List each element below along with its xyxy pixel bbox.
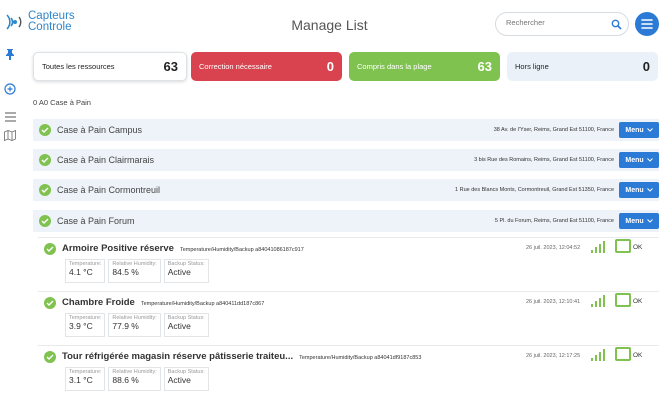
search-icon[interactable] [611,19,622,30]
chevron-down-icon [646,188,653,192]
check-circle-icon [44,243,56,255]
device-name-wrap[interactable]: Tour réfrigérée magasin réserve pâtisser… [62,351,421,362]
check-circle-icon [44,297,56,309]
list-icon[interactable] [3,110,17,124]
tile-count: 0 [326,59,334,74]
readings: Temperature: 4.1 °C Relative Humidity: 84.… [65,259,209,283]
map-icon[interactable] [3,128,17,142]
tile-count: 63 [477,59,492,74]
check-circle-icon [39,124,51,136]
reading-value: Active [167,267,191,277]
tile-in-range[interactable]: Compris dans la plage 63 [349,52,500,81]
menu-label: Menu [625,156,644,164]
battery-icon [615,293,631,307]
device-meta: Temperature/Humidity/Backup a84041df9187… [299,355,422,361]
group-menu-button[interactable]: Menu [619,122,659,138]
tile-offline[interactable]: Hors ligne 0 [507,52,658,81]
device-row[interactable]: Armoire Positive réserve Temperature/Humi… [38,237,659,287]
device-status: OK [633,298,643,305]
tile-label: Hors ligne [515,62,549,71]
reading-temperature: Temperature: 3.1 °C [65,367,106,391]
reading-temperature: Temperature: 4.1 °C [65,259,106,283]
battery-icon [615,239,631,253]
device-timestamp: 26 juil. 2023, 12:04:52 [526,245,581,251]
tile-count: 63 [163,59,178,74]
group-menu-button[interactable]: Menu [619,182,659,198]
signal-icon [591,295,605,307]
group-name: Case à Pain Campus [57,125,143,135]
readings: Temperature: 3.1 °C Relative Humidity: 88.… [65,367,209,391]
menu-label: Menu [625,186,644,194]
group-row[interactable]: Case à Pain Cormontreuil 1 Rue des Blanc… [33,179,659,201]
tile-label: Correction nécessaire [199,62,272,71]
device-row[interactable]: Tour réfrigérée magasin réserve pâtisser… [38,345,659,393]
reading-backup: Backup Status: Active [163,259,209,283]
tile-label: Compris dans la plage [357,62,432,71]
reading-value: Active [167,321,191,331]
device-row[interactable]: Chambre Froide Temperature/Humidity/Backu… [38,291,659,341]
check-circle-icon [39,215,51,227]
device-timestamp: 26 juil. 2023, 12:10:41 [526,299,581,305]
breadcrumb[interactable]: 0 A0 Case à Pain [33,98,91,107]
device-name: Chambre Froide [62,297,135,308]
reading-backup: Backup Status: Active [163,313,209,337]
group-address: 3 bis Rue des Romains, Reims, Grand Est … [474,157,614,163]
reading-value: Active [167,375,191,385]
signal-icon [591,349,605,361]
check-circle-icon [39,154,51,166]
reading-humidity: Relative Humidity: 84.5 % [108,259,161,283]
group-name: Case à Pain Forum [57,216,135,226]
group-row[interactable]: Case à Pain Forum 5 Pl. du Forum, Reims,… [33,210,659,232]
main-menu-button[interactable] [635,12,659,36]
chevron-down-icon [646,219,653,223]
device-name-wrap[interactable]: Chambre Froide Temperature/Humidity/Backu… [62,297,264,308]
reading-value: 3.9 °C [69,321,93,331]
reading-value: 77.9 % [112,321,139,331]
left-sidebar [0,0,20,393]
group-name: Case à Pain Clairmarais [57,155,155,165]
device-timestamp: 26 juil. 2023, 12:17:25 [526,353,581,359]
group-address: 38 Av. de l'Yser, Reims, Grand Est 51100… [493,127,614,133]
readings: Temperature: 3.9 °C Relative Humidity: 77.… [65,313,209,337]
reading-humidity: Relative Humidity: 77.9 % [108,313,161,337]
signal-icon [591,241,605,253]
hamburger-icon [641,19,653,29]
search-box[interactable] [495,12,629,36]
device-name-wrap[interactable]: Armoire Positive réserve Temperature/Humi… [62,243,304,254]
device-name: Tour réfrigérée magasin réserve pâtisser… [62,351,294,362]
group-address: 5 Pl. du Forum, Reims, Grand Est 51100, … [494,218,614,224]
device-name: Armoire Positive réserve [62,243,174,254]
group-name: Case à Pain Cormontreuil [57,185,161,195]
chevron-down-icon [646,158,653,162]
tile-all-resources[interactable]: Toutes les ressources 63 [33,52,187,81]
reading-value: 4.1 °C [69,267,93,277]
device-meta: Temperature/Humidity/Backup a84041086187… [179,247,304,253]
group-row[interactable]: Case à Pain Clairmarais 3 bis Rue des Ro… [33,149,659,171]
reading-value: 88.6 % [112,375,139,385]
chevron-down-icon [646,128,653,132]
group-menu-button[interactable]: Menu [619,213,659,229]
menu-label: Menu [625,217,644,225]
reading-humidity: Relative Humidity: 88.6 % [108,367,161,391]
reading-value: 84.5 % [112,267,139,277]
check-circle-icon [44,351,56,363]
reading-backup: Backup Status: Active [163,367,209,391]
pin-icon[interactable] [3,47,17,61]
battery-icon [615,347,631,361]
group-row[interactable]: Case à Pain Campus 38 Av. de l'Yser, Rei… [33,119,659,141]
group-address: 1 Rue des Blancs Monts, Cormontreuil, Gr… [455,187,614,193]
tile-label: Toutes les ressources [42,62,115,71]
device-status: OK [633,352,643,359]
menu-label: Menu [625,126,644,134]
tile-correction-needed[interactable]: Correction nécessaire 0 [191,52,342,81]
reading-value: 3.1 °C [69,375,93,385]
reading-temperature: Temperature: 3.9 °C [65,313,106,337]
group-menu-button[interactable]: Menu [619,152,659,168]
add-circle-icon[interactable] [3,82,17,96]
search-input[interactable] [506,18,606,27]
check-circle-icon [39,184,51,196]
tile-count: 0 [642,59,650,74]
device-meta: Temperature/Humidity/Backup a840411dd187… [140,301,265,307]
device-status: OK [633,244,643,251]
